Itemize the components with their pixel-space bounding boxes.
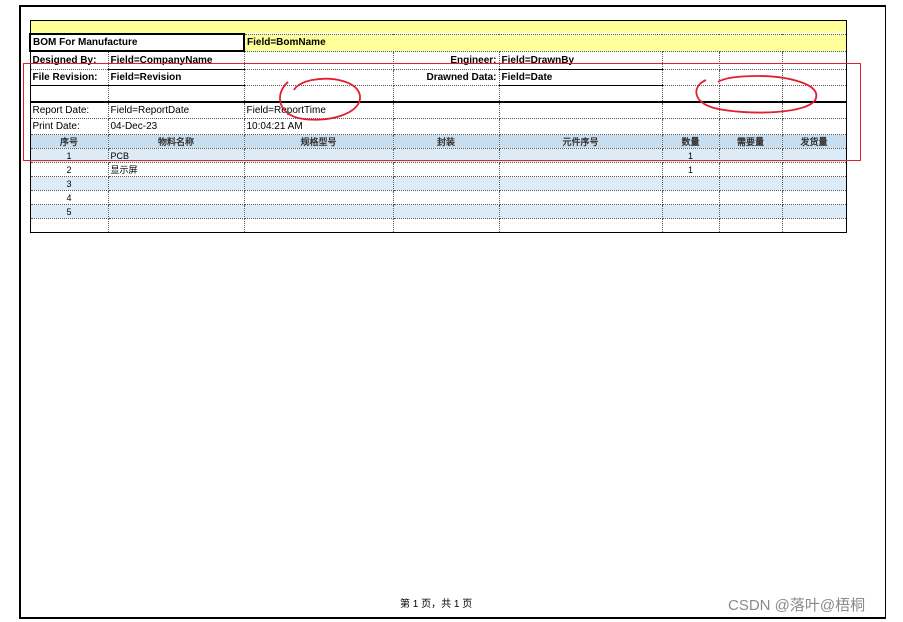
yellow-band [29,20,847,35]
row-number: 4 [29,190,109,205]
row-name [107,176,245,191]
row-number: 5 [29,204,109,219]
report-title: BOM For Manufacture [29,33,245,52]
table-row: 5 [29,204,847,219]
cell [392,204,500,219]
cell [243,162,394,177]
row-qty [661,176,720,191]
table-row: 2 显示屏 1 [29,162,847,177]
cell [243,176,394,191]
row-qty [661,204,720,219]
bom-name-field: Field=BomName [243,33,847,52]
cell [243,190,394,205]
watermark: CSDN @落叶@梧桐 [728,597,866,614]
cell [781,218,847,233]
cell [107,218,245,233]
table-row: 4 [29,190,847,205]
annotation-circle-left [279,77,361,121]
cell [718,176,783,191]
cell [718,190,783,205]
cell [498,190,663,205]
cell [781,204,847,219]
table-row: 3 [29,176,847,191]
row-name: 显示屏 [107,162,245,177]
cell [498,218,663,233]
cell [661,218,720,233]
cell [29,218,109,233]
annotation-circle-right [695,75,817,114]
row-number: 2 [29,162,109,177]
cell [781,190,847,205]
cell [718,218,783,233]
row-name [107,204,245,219]
row-name [107,190,245,205]
cell [243,218,394,233]
cell [781,162,847,177]
cell [718,204,783,219]
page-footer: 第 1 页，共 1 页 [400,599,473,610]
row-qty: 1 [661,162,720,177]
cell [392,190,500,205]
table-row [29,218,847,233]
cell [718,162,783,177]
cell [498,162,663,177]
cell [392,176,500,191]
cell [498,204,663,219]
row-qty [661,190,720,205]
cell [243,204,394,219]
row-number: 3 [29,176,109,191]
cell [498,176,663,191]
cell [781,176,847,191]
cell [392,218,500,233]
cell [392,162,500,177]
